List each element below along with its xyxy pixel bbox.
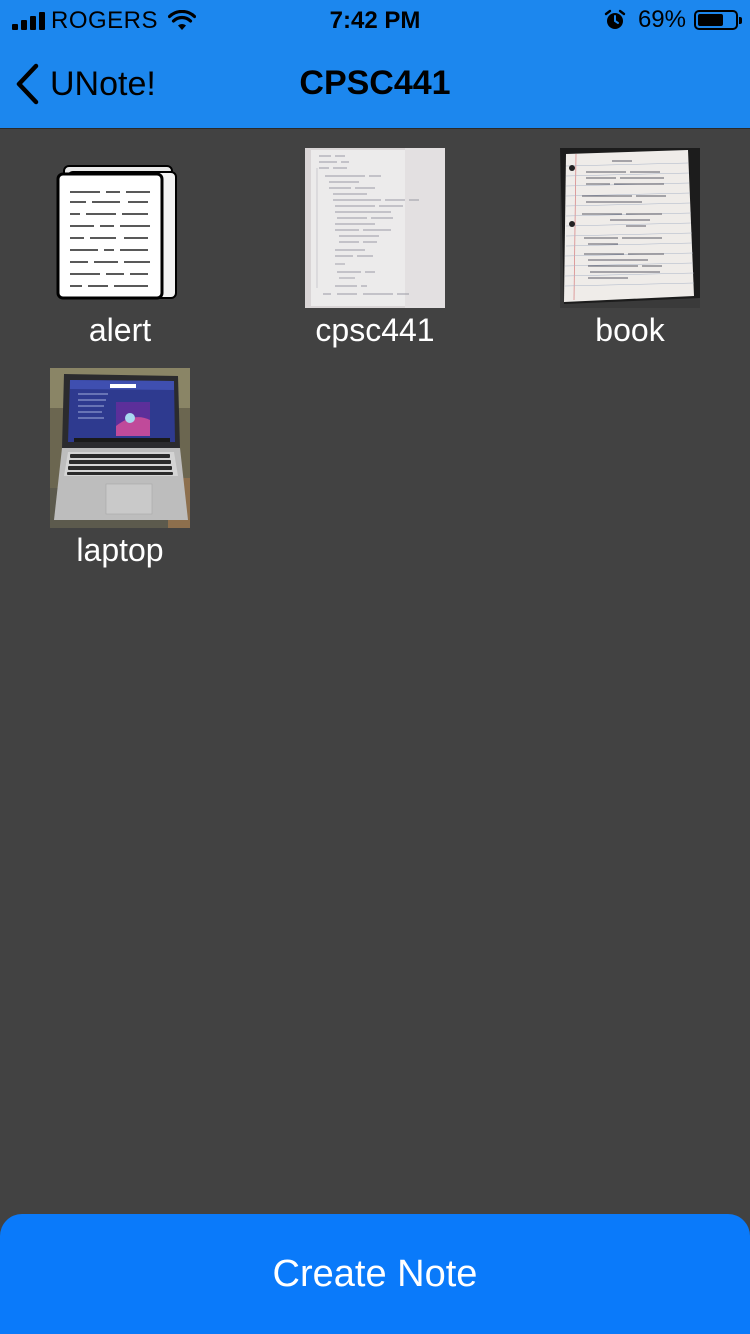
battery-percent: 69% [637,6,686,33]
note-item-book[interactable]: book [530,148,730,350]
battery-icon [694,10,742,30]
battery-fill [698,14,723,26]
note-item-alert[interactable]: alert [20,148,220,350]
note-label: alert [88,312,152,348]
status-bar: ROGERS 7:42 PM 69% [0,0,750,40]
lined-notebook-page-photo [560,148,700,308]
alarm-icon [604,9,626,29]
note-item-laptop[interactable]: laptop [20,368,220,570]
note-label: laptop [76,532,164,568]
create-note-label: Create Note [272,1252,478,1295]
note-label: cpsc441 [315,312,435,348]
screen: ROGERS 7:42 PM 69% UNote! CPSC441 alert … [0,0,750,1334]
status-right: 69% [604,6,742,33]
laptop-photo [50,368,190,528]
handwritten-page-photo [305,148,445,308]
document-icon [56,165,177,300]
note-label: book [595,312,665,348]
note-item-cpsc441[interactable]: cpsc441 [275,148,475,350]
create-note-button[interactable]: Create Note [0,1214,750,1334]
page-title: CPSC441 [299,64,451,102]
navigation-bar: UNote! CPSC441 [0,40,750,129]
battery-cap [739,17,742,24]
